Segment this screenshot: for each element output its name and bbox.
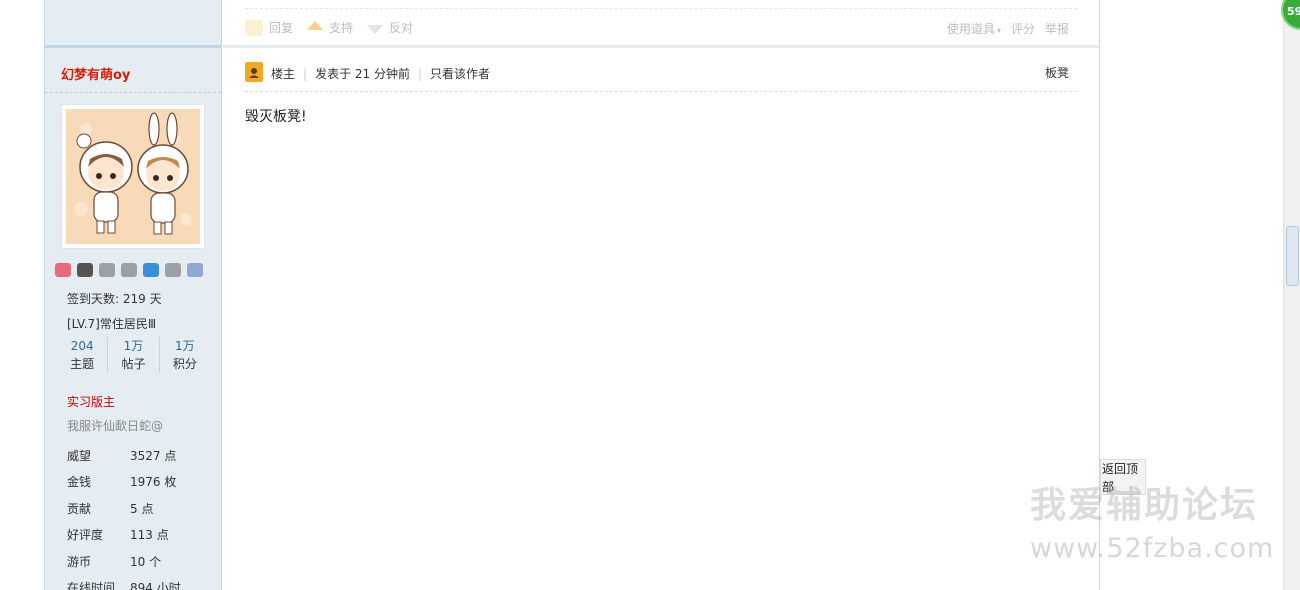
prop-value: 10 个 xyxy=(130,554,162,569)
avatar-frame[interactable] xyxy=(61,104,205,249)
prop-value: 113 点 xyxy=(130,528,169,543)
avatar[interactable] xyxy=(66,109,200,244)
post-header: 楼主 | 发表于 21 分钟前 | 只看该作者 板凳 xyxy=(245,62,1077,92)
chevron-down-icon: ▾ xyxy=(996,26,1001,35)
medal-icon[interactable] xyxy=(165,263,181,277)
prop-key: 金钱 xyxy=(67,475,92,490)
post-actions: 回复 支持 反对 xyxy=(245,19,413,36)
prop-key: 贡献 xyxy=(67,501,92,516)
watermark-text: 我爱辅助论坛 xyxy=(1030,485,1259,526)
prop-value: 5 点 xyxy=(130,501,154,516)
prop-value: 1976 枚 xyxy=(130,475,177,490)
prop-value: 3527 点 xyxy=(130,448,177,463)
medal-icon[interactable] xyxy=(143,263,159,277)
vertical-scrollbar[interactable] xyxy=(1283,0,1300,590)
count-credits-label: 积分 xyxy=(172,357,197,371)
use-tools-label: 使用道具 xyxy=(946,22,995,36)
thumb-up-icon xyxy=(307,21,324,30)
support-label: 支持 xyxy=(329,21,354,35)
user-level-link[interactable]: [LV.7]常住居民Ⅲ xyxy=(67,315,156,332)
thread-starter-icon xyxy=(245,62,263,82)
post-meta: 楼主 | 发表于 21 分钟前 | 只看该作者 xyxy=(271,65,490,82)
prev-post-sidebar-tail xyxy=(45,0,221,48)
signin-days: 签到天数: 219 天 xyxy=(67,292,162,306)
post-content-area: 回复 支持 反对 使用道具 ▾ 评分 举报 楼主 | 发表于 21 分钟前 | … xyxy=(223,0,1099,590)
author-counts: 204 主题 1万 帖子 1万 积分 xyxy=(57,337,210,373)
prop-key: 在线时间 xyxy=(67,581,116,590)
divider xyxy=(245,8,1077,9)
post-message: 毁灭板凳! xyxy=(245,109,307,125)
count-credits[interactable]: 1万 积分 xyxy=(158,337,210,373)
thumb-down-icon xyxy=(367,25,384,34)
scrollbar-thumb[interactable] xyxy=(1286,226,1299,286)
support-button[interactable]: 支持 xyxy=(307,19,353,36)
medal-icon[interactable] xyxy=(77,263,93,277)
author-sidebar: 幻梦有萌oy 签到天数: 219 天 [LV.7]常住居民Ⅲ 204 主题 1万… xyxy=(45,0,222,590)
separator: | xyxy=(417,66,423,81)
author-role: 楼主 xyxy=(271,67,296,81)
use-tools-dropdown[interactable]: 使用道具 ▾ xyxy=(947,20,1001,37)
author-name-link[interactable]: 幻梦有萌oy xyxy=(61,64,130,83)
user-signature: 我服许仙歃日蛇@ xyxy=(67,419,164,433)
watermark-url: www.52fzba.com xyxy=(1030,533,1275,564)
medal-icon[interactable] xyxy=(121,263,137,277)
count-posts-value: 1万 xyxy=(123,339,144,353)
count-topics-value: 204 xyxy=(70,339,94,353)
medal-list xyxy=(55,263,203,277)
prop-row: 贡献 5 点 xyxy=(67,495,181,522)
post-tools: 使用道具 ▾ 评分 举报 xyxy=(947,20,1069,37)
prop-key: 游币 xyxy=(67,554,92,569)
user-group-link[interactable]: 实习版主 xyxy=(67,393,115,410)
separator: | xyxy=(303,66,308,81)
reply-label: 回复 xyxy=(269,21,294,35)
prop-row: 金钱 1976 枚 xyxy=(67,469,181,496)
post-time: 发表于 21 分钟前 xyxy=(315,67,410,81)
prop-key: 好评度 xyxy=(67,528,104,543)
rate-link[interactable]: 评分 xyxy=(1011,20,1035,37)
only-author-link[interactable]: 只看该作者 xyxy=(430,65,490,82)
count-posts-label: 帖子 xyxy=(121,357,146,371)
post-container: 幻梦有萌oy 签到天数: 219 天 [LV.7]常住居民Ⅲ 204 主题 1万… xyxy=(44,0,1100,590)
forum-page: 幻梦有萌oy 签到天数: 219 天 [LV.7]常住居民Ⅲ 204 主题 1万… xyxy=(0,0,1300,590)
medal-icon[interactable] xyxy=(187,263,203,277)
medal-icon[interactable] xyxy=(55,263,71,277)
count-posts[interactable]: 1万 帖子 xyxy=(107,337,158,373)
prop-row: 在线时间 894 小时 xyxy=(67,575,181,590)
count-credits-value: 1万 xyxy=(175,339,195,353)
reply-icon xyxy=(245,19,263,36)
prop-value: 894 小时 xyxy=(130,581,181,590)
count-topics[interactable]: 204 主题 xyxy=(57,337,107,373)
user-icon xyxy=(249,68,259,78)
avatar-illustration xyxy=(66,109,200,244)
prop-row: 游币 10 个 xyxy=(67,548,181,575)
medal-icon[interactable] xyxy=(99,263,115,277)
prev-post-action-bar: 回复 支持 反对 使用道具 ▾ 评分 举报 xyxy=(223,0,1099,48)
prop-row: 威望 3527 点 xyxy=(67,442,181,469)
report-link[interactable]: 举报 xyxy=(1045,20,1069,37)
count-topics-label: 主题 xyxy=(70,357,95,371)
prop-row: 好评度 113 点 xyxy=(67,522,181,549)
divider xyxy=(45,92,221,93)
reply-button[interactable]: 回复 xyxy=(245,19,293,36)
oppose-label: 反对 xyxy=(389,21,414,35)
author-properties: 威望 3527 点 金钱 1976 枚 贡献 5 点 好评度 113 点 游币 xyxy=(67,442,181,590)
prop-key: 威望 xyxy=(67,448,92,463)
floor-number-link[interactable]: 板凳 xyxy=(1045,64,1069,81)
oppose-button[interactable]: 反对 xyxy=(367,19,413,36)
